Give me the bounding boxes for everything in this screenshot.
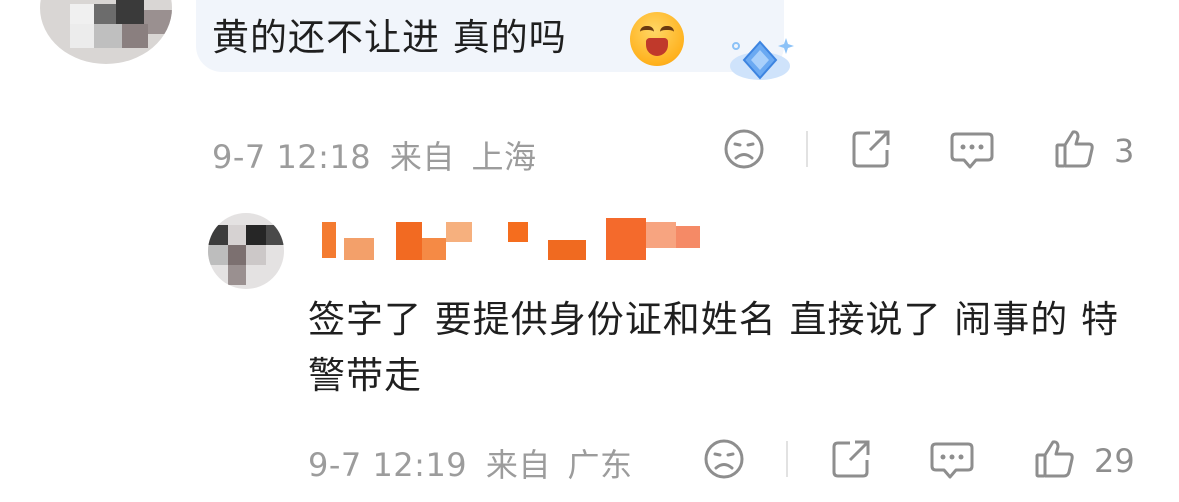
comment-time: 9-7 12:18	[212, 138, 372, 176]
comment-meta: 9-7 12:19 来自 广东	[308, 440, 633, 486]
reply-icon[interactable]	[950, 130, 994, 170]
location-label: 来自	[389, 138, 455, 176]
comment-time: 9-7 12:19	[308, 446, 468, 484]
comment-text: 签字了 要提供身份证和姓名 直接说了 闹事的 特警带走	[308, 298, 1120, 397]
comment-text: 黄的还不让进 真的吗	[212, 16, 567, 59]
like-count: 3	[1114, 132, 1135, 170]
like-count: 29	[1094, 442, 1135, 480]
location-label: 来自	[485, 446, 551, 484]
action-divider	[806, 131, 808, 167]
comment-meta: 9-7 12:18 来自 上海	[212, 132, 537, 178]
like-icon[interactable]	[1054, 128, 1096, 170]
diamond-badge-icon	[730, 38, 794, 80]
share-icon[interactable]	[830, 438, 872, 480]
commenter-avatar[interactable]	[208, 213, 284, 289]
like-icon[interactable]	[1034, 438, 1076, 480]
reply-icon[interactable]	[930, 440, 974, 480]
comment-location: 广东	[567, 446, 633, 484]
comment-location: 上海	[471, 138, 537, 176]
action-divider	[786, 441, 788, 477]
share-icon[interactable]	[850, 128, 892, 170]
dislike-icon[interactable]	[723, 128, 765, 170]
commenter-avatar[interactable]	[40, 0, 172, 64]
scream-laugh-emoji-icon	[630, 12, 684, 66]
dislike-icon[interactable]	[703, 438, 745, 480]
